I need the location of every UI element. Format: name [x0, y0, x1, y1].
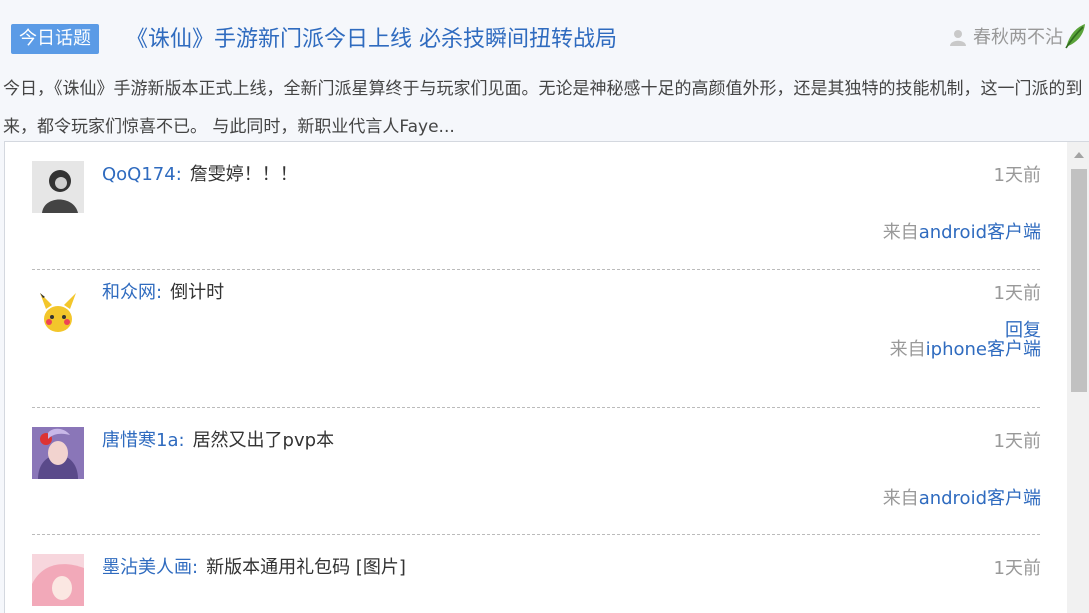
- topic-badge: 今日话题: [11, 24, 99, 54]
- comment-client-link[interactable]: android客户端: [919, 222, 1041, 243]
- comment-user: QoQ174: 詹雯婷！！！: [102, 164, 298, 185]
- comment-item: QoQ174: 詹雯婷！！！ 1天前 来自android客户端: [5, 142, 1067, 270]
- comment-username[interactable]: 唐惜寒1a: [102, 430, 178, 451]
- comment-username[interactable]: 墨沾美人画: [102, 557, 192, 578]
- topic-author[interactable]: 春秋两不沾: [949, 24, 1063, 52]
- comment-client-link[interactable]: iphone客户端: [926, 339, 1041, 360]
- comment-user: 唐惜寒1a: 居然又出了pvp本: [102, 430, 335, 451]
- comment-user: 和众网: 倒计时: [102, 282, 225, 303]
- leaf-icon: [1065, 24, 1085, 49]
- scrollbar[interactable]: [1067, 142, 1089, 613]
- comment-panel: QoQ174: 詹雯婷！！！ 1天前 来自android客户端 和众网: 倒计时…: [4, 141, 1089, 613]
- comment-time: 1天前: [993, 558, 1041, 579]
- avatar[interactable]: [32, 554, 84, 606]
- comment-username[interactable]: QoQ174: [102, 164, 176, 185]
- comment-time: 1天前: [993, 165, 1041, 186]
- topic-summary: 今日，《诛仙》手游新版本正式上线，全新门派星算终于与玩家们见面。无论是神秘感十足…: [3, 79, 1083, 137]
- comment-user: 墨沾美人画: 新版本通用礼包码 [图片]: [102, 557, 406, 578]
- comment-item: 唐惜寒1a: 居然又出了pvp本 1天前 来自android客户端: [5, 408, 1067, 535]
- topic-header: 今日话题 《诛仙》手游新门派今日上线 必杀技瞬间扭转战局 春秋两不沾 今日，《诛…: [0, 0, 1089, 140]
- comment-list: QoQ174: 詹雯婷！！！ 1天前 来自android客户端 和众网: 倒计时…: [5, 142, 1067, 613]
- comment-source: 来自iphone客户端: [889, 339, 1041, 360]
- comment-time: 1天前: [993, 431, 1041, 452]
- comment-text: 居然又出了pvp本: [192, 430, 335, 451]
- avatar[interactable]: [32, 427, 84, 479]
- comment-source: 来自android客户端: [882, 222, 1041, 243]
- comment-client-link[interactable]: android客户端: [919, 488, 1041, 509]
- comment-username[interactable]: 和众网: [102, 282, 156, 303]
- topic-title-link[interactable]: 《诛仙》手游新门派今日上线 必杀技瞬间扭转战局: [126, 24, 617, 56]
- avatar[interactable]: [32, 161, 84, 213]
- comment-text: 新版本通用礼包码 [图片]: [206, 557, 406, 578]
- comment-item: 和众网: 倒计时 1天前 回复 来自iphone客户端: [5, 270, 1067, 408]
- scroll-thumb[interactable]: [1071, 169, 1087, 392]
- comment-item: 墨沾美人画: 新版本通用礼包码 [图片] 1天前: [5, 535, 1067, 613]
- comment-source: 来自android客户端: [882, 488, 1041, 509]
- comment-text: 詹雯婷！！！: [189, 164, 298, 185]
- comment-text: 倒计时: [170, 282, 225, 303]
- scroll-up-arrow-icon[interactable]: [1074, 152, 1084, 158]
- comment-time: 1天前: [993, 283, 1041, 304]
- topic-author-name: 春秋两不沾: [973, 27, 1063, 48]
- user-icon: [950, 30, 966, 46]
- avatar[interactable]: [32, 289, 84, 341]
